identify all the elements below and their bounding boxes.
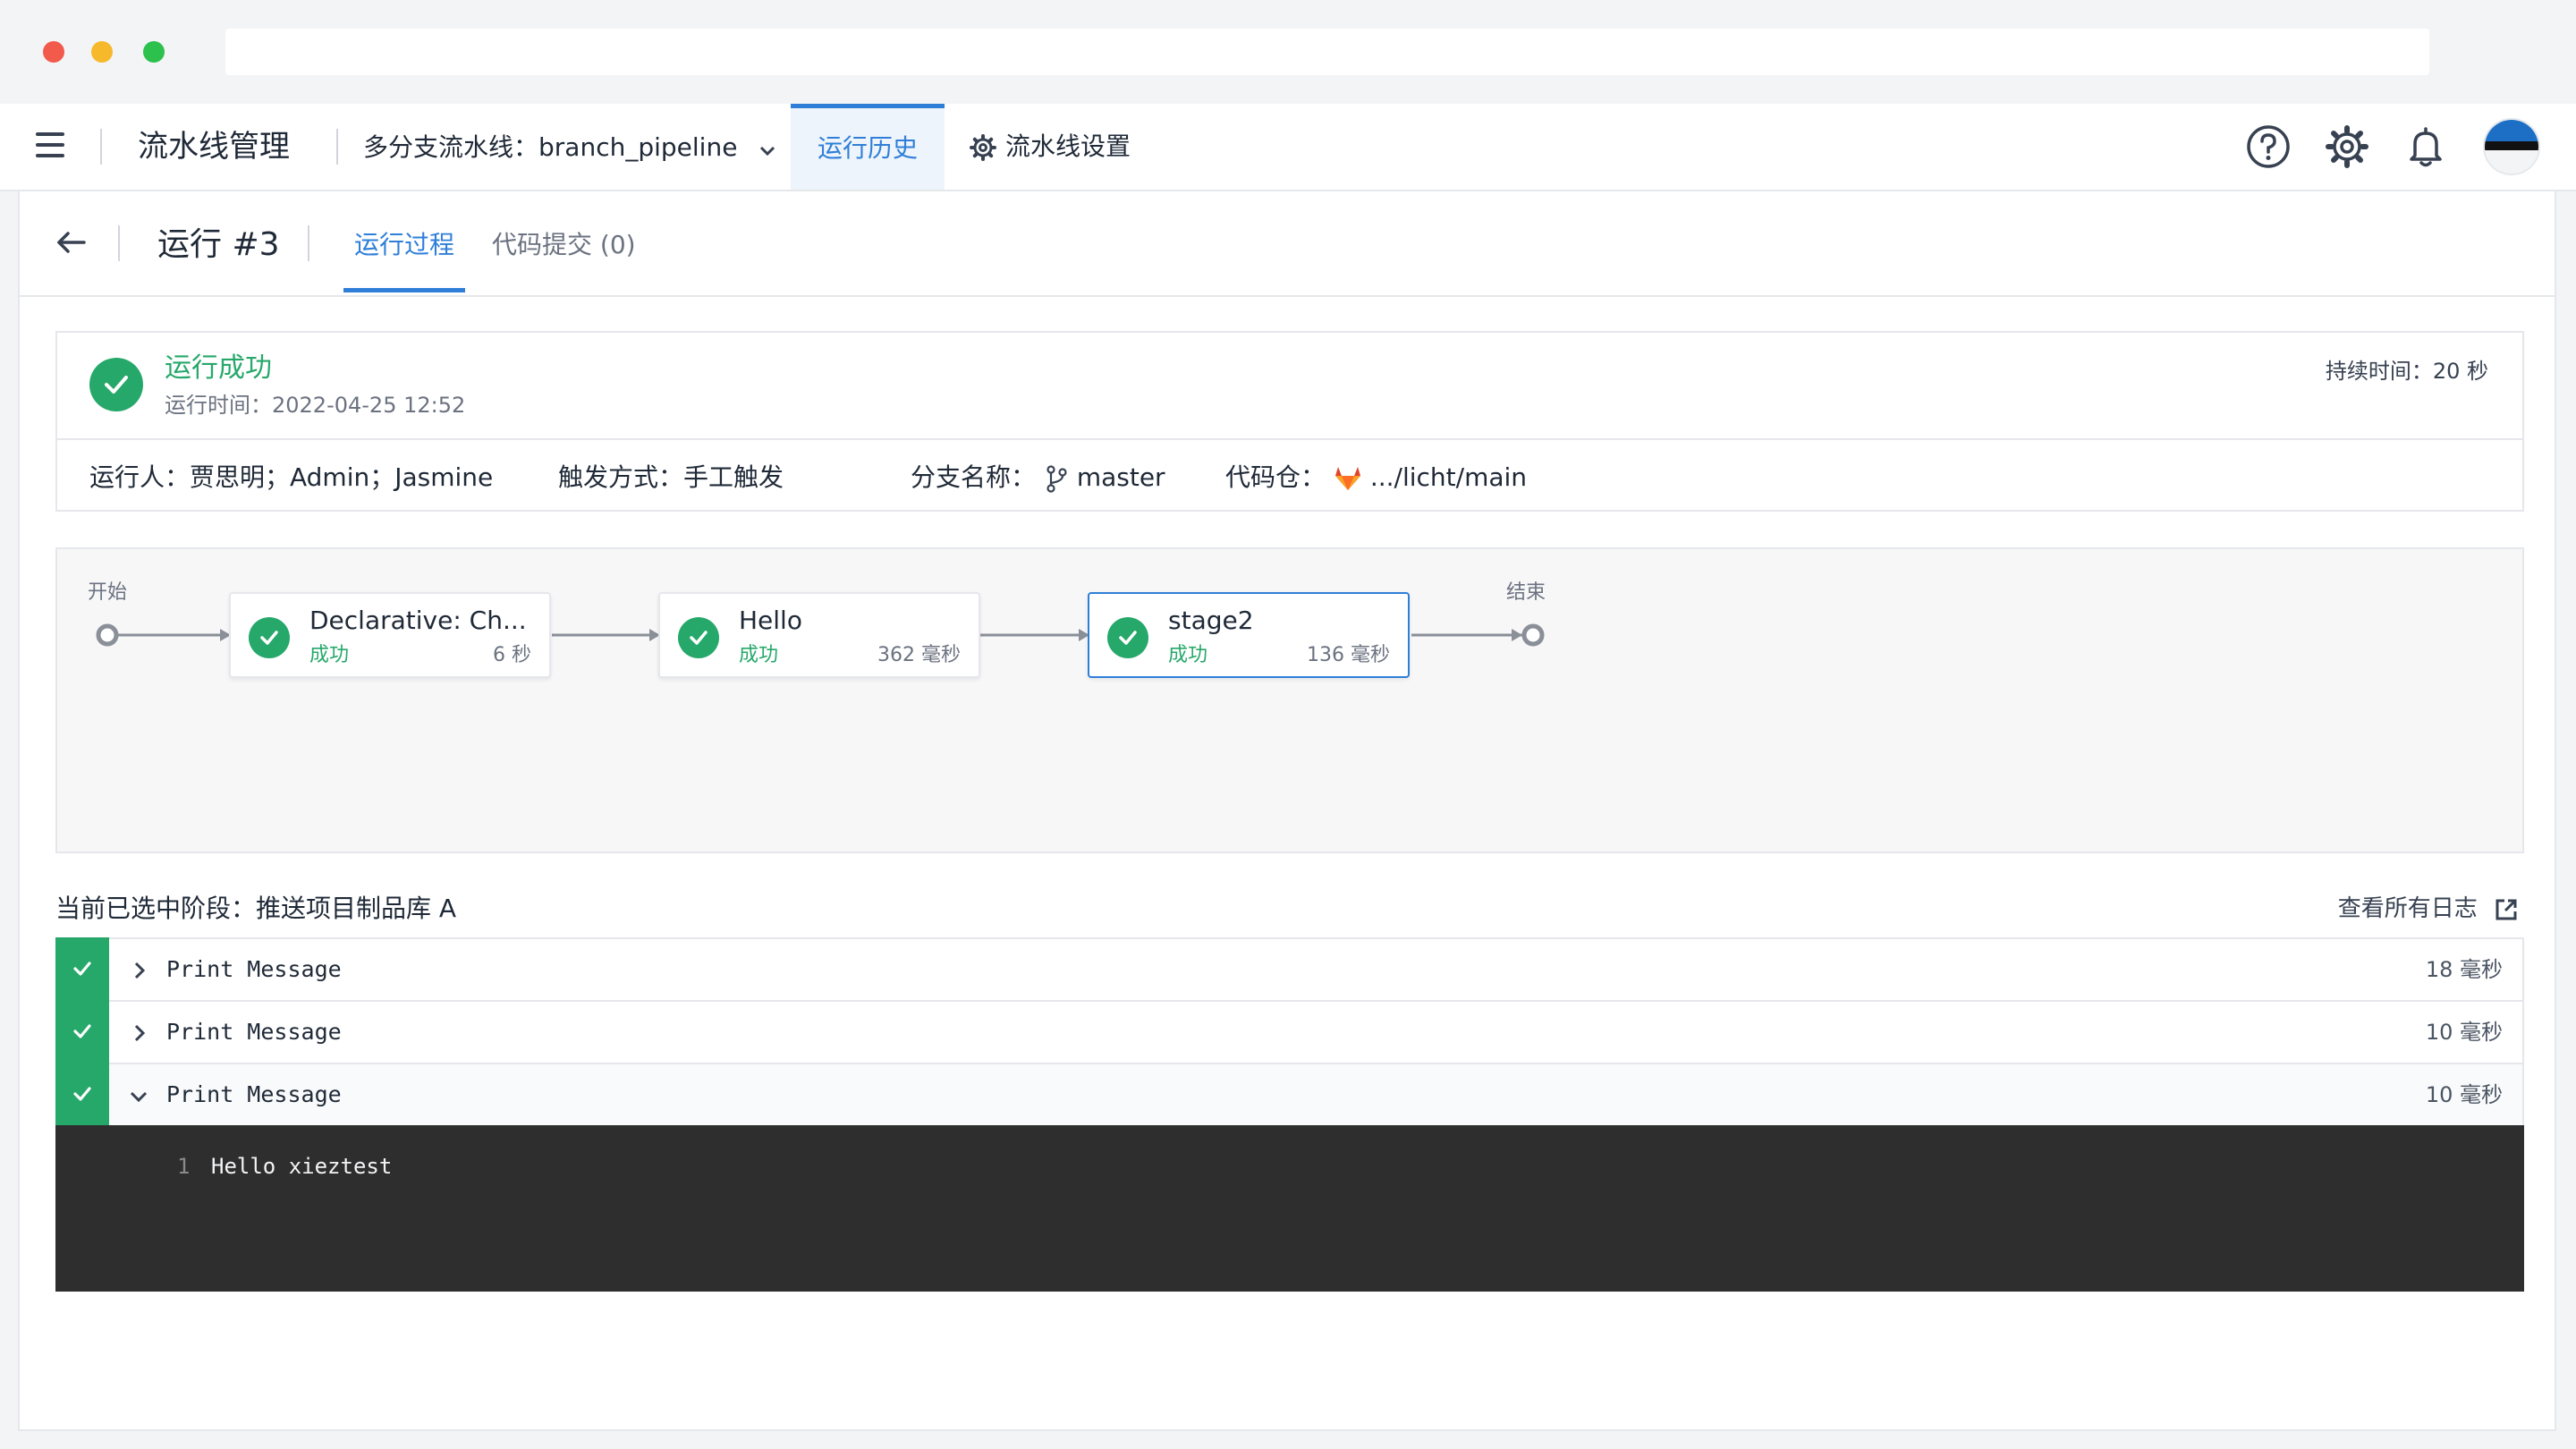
stage-duration: 362 毫秒 <box>877 644 961 666</box>
status-title: 运行成功 <box>165 352 272 384</box>
branch-info: 分支名称： master <box>911 460 1165 496</box>
start-label: 开始 <box>88 581 128 604</box>
stage-duration: 6 秒 <box>493 644 531 666</box>
external-link-icon <box>2496 899 2517 919</box>
avatar[interactable] <box>2483 118 2540 175</box>
trigger-info: 触发方式：手工触发 <box>558 462 784 492</box>
run-header: 运行 #3 运行过程 代码提交 (0) <box>20 191 2555 297</box>
branch-label: 分支名称： <box>911 462 1037 492</box>
stage-status: 成功 <box>1168 644 1208 666</box>
run-time: 运行时间：2022-04-25 12:52 <box>165 393 466 418</box>
gear-icon <box>970 134 996 161</box>
runner-info: 运行人：贾思明；Admin；Jasmine <box>89 462 494 492</box>
branch-name[interactable]: master <box>1077 462 1165 492</box>
stage-status: 成功 <box>309 644 350 666</box>
step-success-icon <box>55 937 109 1002</box>
chevron-right-icon[interactable] <box>132 1023 147 1046</box>
pipeline-select[interactable]: 多分支流水线：branch_pipeline <box>363 127 775 169</box>
window-chrome <box>0 0 2576 104</box>
stage-name: Hello <box>739 606 802 635</box>
run-duration: 持续时间：20 秒 <box>2325 359 2488 384</box>
tab-run-process[interactable]: 运行过程 <box>343 229 466 292</box>
view-all-logs-label: 查看所有日志 <box>2337 895 2478 922</box>
stage-status: 成功 <box>739 644 779 666</box>
run-detail-panel: 运行 #3 运行过程 代码提交 (0) 运行成功 运行时间：2022-04-25… <box>18 190 2556 1431</box>
tab-code-commits[interactable]: 代码提交 (0) <box>492 229 636 261</box>
top-navigation: 流水线管理 多分支流水线：branch_pipeline 运行历史 流水线设置 <box>0 104 2576 191</box>
minimize-window-button[interactable] <box>91 41 113 63</box>
repo-info: 代码仓： .../licht/main <box>1225 460 1527 496</box>
step-success-icon <box>55 1063 109 1127</box>
divider <box>308 225 309 261</box>
bell-icon[interactable] <box>2402 123 2449 170</box>
git-branch-icon <box>1046 465 1067 493</box>
run-status-card: 运行成功 运行时间：2022-04-25 12:52 持续时间：20 秒 运行人… <box>55 331 2524 512</box>
status-summary: 运行成功 运行时间：2022-04-25 12:52 持续时间：20 秒 <box>57 333 2522 440</box>
step-duration: 18 毫秒 <box>2425 957 2503 982</box>
stage-success-icon <box>678 617 719 658</box>
chevron-down-icon <box>759 128 775 169</box>
tab-pipeline-settings[interactable]: 流水线设置 <box>970 104 1131 190</box>
step-success-icon <box>55 1000 109 1064</box>
selected-stage-label: 当前已选中阶段：推送项目制品库 A <box>55 894 457 923</box>
step-name: Print Message <box>166 956 342 982</box>
console-line-number: 1 <box>177 1154 191 1179</box>
settings-icon[interactable] <box>2324 123 2370 170</box>
stage-duration: 136 毫秒 <box>1307 644 1390 666</box>
divider <box>100 129 102 165</box>
tab-run-process-label: 运行过程 <box>354 230 455 259</box>
step-duration: 10 毫秒 <box>2425 1020 2503 1045</box>
app-title: 流水线管理 <box>138 129 290 165</box>
chevron-right-icon[interactable] <box>132 961 147 984</box>
pipeline-select-label: 多分支流水线：branch_pipeline <box>363 132 738 162</box>
stage-node-selected[interactable]: stage2 成功 136 毫秒 <box>1088 592 1410 678</box>
stage-success-icon <box>249 617 290 658</box>
stage-name: stage2 <box>1168 606 1254 635</box>
stage-success-icon <box>1107 617 1148 658</box>
pipeline-graph: 开始 结束 Declarative: Ch... 成功 6 秒 Hello 成功… <box>55 547 2524 853</box>
step-name: Print Message <box>166 1081 342 1107</box>
step-row[interactable]: Print Message 10 毫秒 <box>55 1000 2524 1064</box>
chevron-down-icon[interactable] <box>129 1089 148 1107</box>
run-title: 运行 #3 <box>157 226 280 263</box>
close-window-button[interactable] <box>43 41 64 63</box>
step-row[interactable]: Print Message 18 毫秒 <box>55 937 2524 1002</box>
stage-node[interactable]: Hello 成功 362 毫秒 <box>658 592 980 678</box>
success-check-icon <box>89 358 143 411</box>
repo-label: 代码仓： <box>1225 462 1326 492</box>
hamburger-menu-icon[interactable] <box>36 132 64 159</box>
console-line-text: Hello xieztest <box>211 1154 393 1179</box>
help-icon[interactable] <box>2245 123 2292 170</box>
address-bar[interactable] <box>225 29 2429 75</box>
step-row-expanded[interactable]: Print Message 10 毫秒 <box>55 1063 2524 1127</box>
repo-path[interactable]: .../licht/main <box>1370 462 1527 492</box>
view-all-logs-link[interactable]: 查看所有日志 <box>2338 891 2519 927</box>
gitlab-icon <box>1335 467 1360 490</box>
tab-run-history[interactable]: 运行历史 <box>791 104 945 190</box>
maximize-window-button[interactable] <box>143 41 165 63</box>
log-console[interactable]: 1 Hello xieztest <box>55 1125 2524 1292</box>
active-tab-indicator <box>343 288 466 292</box>
tab-pipeline-settings-label: 流水线设置 <box>1005 131 1131 161</box>
step-name: Print Message <box>166 1019 342 1045</box>
stage-node[interactable]: Declarative: Ch... 成功 6 秒 <box>229 592 551 678</box>
stage-name: Declarative: Ch... <box>309 606 527 635</box>
divider <box>118 225 120 261</box>
step-log-list: Print Message 18 毫秒 Print Message 10 毫秒 … <box>55 937 2524 1292</box>
step-duration: 10 毫秒 <box>2425 1082 2503 1107</box>
end-label: 结束 <box>1506 581 1546 604</box>
back-arrow-icon[interactable] <box>55 231 86 254</box>
divider <box>336 129 338 165</box>
